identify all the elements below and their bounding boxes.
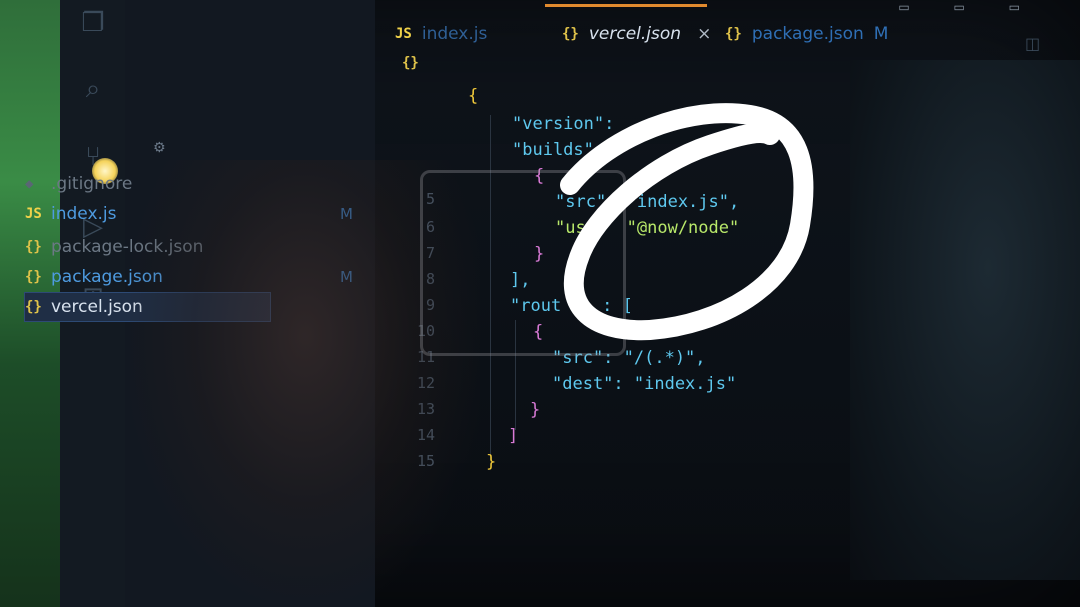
indent-guide [490, 115, 491, 460]
explorer-icon[interactable]: ❐ [76, 6, 110, 40]
file-item-package-lock[interactable]: {} package-lock.json [25, 233, 370, 261]
code-line: "dest": "index.js" [552, 374, 737, 394]
line-number: 9 [425, 296, 435, 314]
settings-folder-icon[interactable]: ⚙ [153, 140, 166, 156]
file-item-vercel-json[interactable]: {} vercel.json [24, 292, 271, 322]
modified-badge: M [873, 24, 889, 44]
code-line: "use "@now/node" [555, 218, 740, 238]
line-number: 10 [416, 322, 435, 340]
modified-badge: M [340, 205, 353, 223]
json-file-icon: {} [725, 26, 742, 42]
line-number: 5 [425, 190, 435, 208]
code-line: "builds" [512, 140, 594, 160]
code-line: } [486, 452, 497, 472]
line-number: 8 [425, 270, 435, 288]
code-line: "src": "/(.*)", [552, 348, 706, 368]
tab-package-json[interactable]: {} package.json M [725, 20, 888, 48]
search-icon[interactable]: ⌕ [76, 72, 110, 106]
gitignore-file-icon: ◆ [25, 176, 34, 192]
line-number: 14 [416, 426, 435, 444]
code-line: } [530, 400, 541, 420]
json-file-icon: {} [562, 26, 579, 42]
json-file-icon: {} [25, 239, 42, 255]
split-editor-icon[interactable]: ◫ [1025, 34, 1040, 53]
file-item-gitignore[interactable]: ◆ .gitignore [25, 170, 370, 198]
code-line: ] [508, 426, 519, 446]
line-number: 12 [416, 374, 435, 392]
breadcrumb-json-icon[interactable]: {} [402, 55, 419, 71]
close-tab-icon[interactable]: × [697, 24, 711, 44]
javascript-file-icon: JS [395, 26, 412, 42]
code-line: { [468, 86, 479, 106]
file-item-package-json[interactable]: {} package.json M [25, 263, 370, 291]
code-line: "src" "index.js", [555, 192, 740, 212]
javascript-file-icon: JS [25, 206, 42, 222]
line-number: 15 [416, 452, 435, 470]
json-file-icon: {} [25, 299, 42, 315]
line-number: 6 [425, 218, 435, 236]
tab-vercel-json[interactable]: {} vercel.json × [562, 20, 711, 48]
active-tab-indicator [545, 4, 707, 7]
code-line: ], [510, 270, 531, 290]
file-item-index-js[interactable]: JS index.js M [25, 200, 370, 228]
line-number: 7 [425, 244, 435, 262]
editor-tabs: JS index.js {} vercel.json × {} package.… [380, 8, 1080, 56]
code-line: { [533, 322, 544, 342]
line-number: 13 [416, 400, 435, 418]
code-line: { [534, 166, 545, 186]
indent-guide [515, 320, 516, 430]
line-number: 11 [416, 348, 435, 366]
code-line: } [534, 244, 545, 264]
code-line: "version": [512, 114, 615, 134]
tab-index-js[interactable]: JS index.js [395, 20, 487, 48]
photo-background-right [850, 60, 1080, 580]
modified-badge: M [340, 268, 353, 286]
json-file-icon: {} [25, 269, 42, 285]
code-line: "rout : [ [510, 296, 633, 316]
